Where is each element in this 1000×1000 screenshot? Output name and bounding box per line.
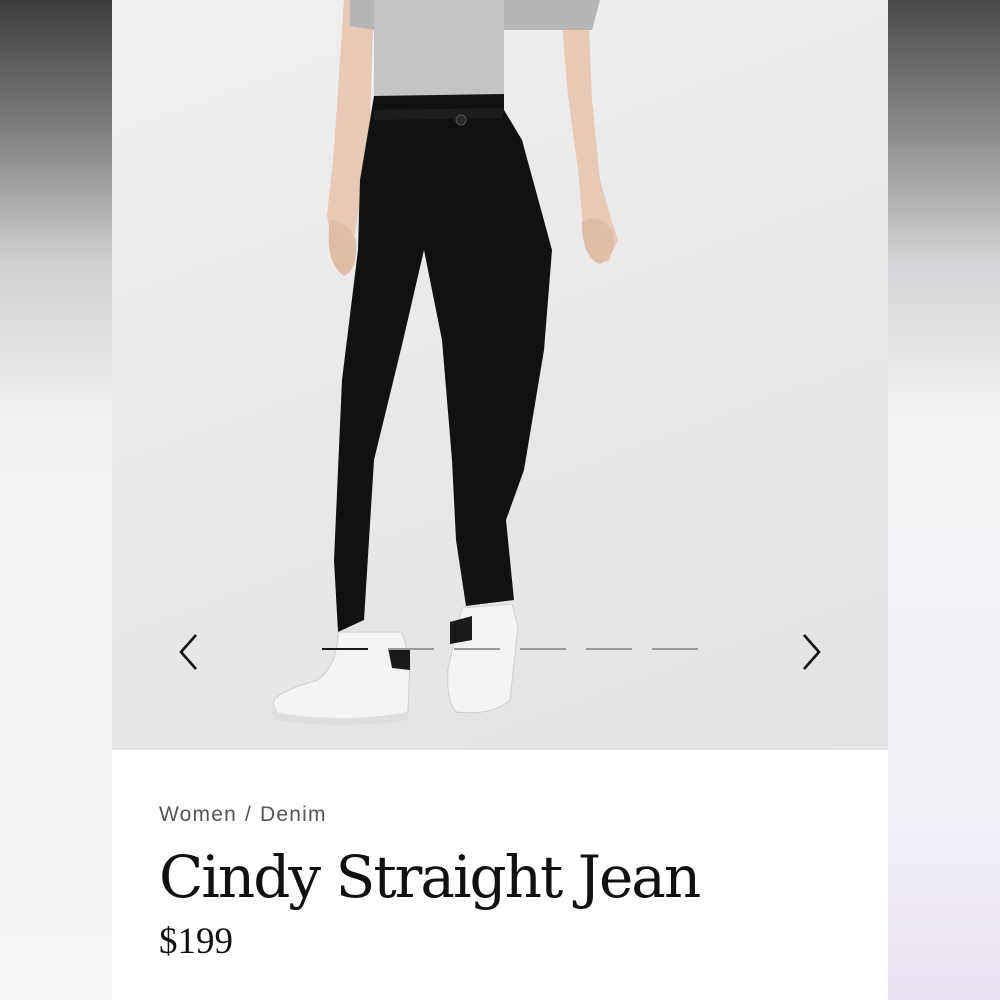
background-left — [0, 0, 112, 1000]
product-title: Cindy Straight Jean — [159, 843, 701, 911]
breadcrumb-item-denim[interactable]: Denim — [260, 803, 327, 826]
chevron-left-icon — [179, 634, 197, 670]
breadcrumb-item-women[interactable]: Women — [159, 803, 237, 826]
breadcrumb-separator: / — [244, 803, 253, 826]
carousel-dot[interactable] — [322, 648, 368, 650]
product-image-carousel[interactable] — [112, 0, 888, 750]
carousel-pagination — [322, 648, 698, 650]
carousel-next-button[interactable] — [786, 626, 836, 676]
carousel-dot[interactable] — [454, 648, 500, 650]
carousel-dot[interactable] — [652, 648, 698, 650]
carousel-prev-button[interactable] — [164, 626, 214, 676]
chevron-right-icon — [803, 634, 821, 670]
breadcrumb: Women / Denim — [159, 800, 859, 830]
carousel-dot[interactable] — [520, 648, 566, 650]
carousel-dot[interactable] — [586, 648, 632, 650]
carousel-dot[interactable] — [388, 648, 434, 650]
background-right — [888, 0, 1000, 1000]
product-info: Women / Denim Cindy Straight Jean $199 — [159, 800, 859, 964]
product-panel: Women / Denim Cindy Straight Jean $199 — [112, 0, 888, 1000]
screen: Women / Denim Cindy Straight Jean $199 — [0, 0, 1000, 1000]
product-price: $199 — [159, 921, 233, 962]
product-image — [272, 0, 618, 725]
